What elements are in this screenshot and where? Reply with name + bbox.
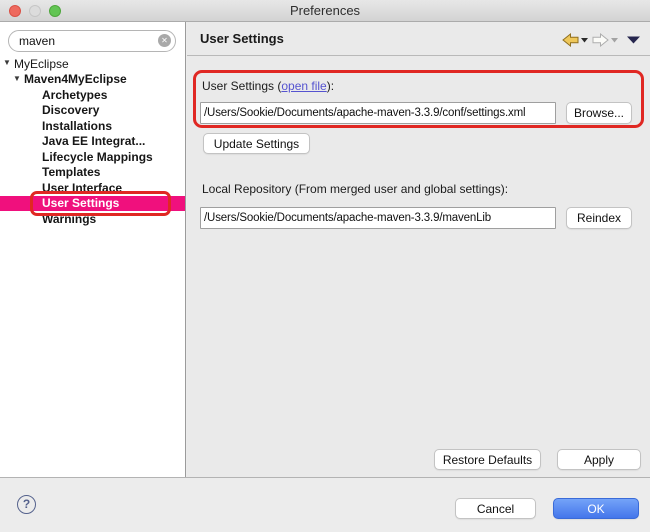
open-file-link[interactable]: open file bbox=[281, 79, 326, 93]
apply-button[interactable]: Apply bbox=[557, 449, 641, 470]
sidebar-item-warnings[interactable]: Warnings bbox=[0, 211, 185, 227]
tree-item-label: Discovery bbox=[42, 103, 99, 117]
preferences-window: Preferences ✕ ▼ MyEclipse ▼ Maven4MyEcli… bbox=[0, 0, 650, 532]
header-divider bbox=[187, 55, 650, 56]
dialog-footer: ? Cancel OK bbox=[0, 477, 650, 532]
page-title: User Settings bbox=[200, 31, 284, 46]
cancel-button[interactable]: Cancel bbox=[455, 498, 536, 519]
tree-item-label: Templates bbox=[42, 165, 100, 179]
label-text: ): bbox=[327, 79, 334, 93]
label-text: User Settings ( bbox=[202, 79, 281, 93]
user-settings-path-input[interactable] bbox=[200, 102, 556, 124]
tree-item-label: Maven4MyEclipse bbox=[24, 72, 127, 86]
tree-item-label: User Settings bbox=[42, 196, 119, 210]
reindex-button[interactable]: Reindex bbox=[566, 207, 632, 229]
tree-item-label: MyEclipse bbox=[14, 57, 69, 71]
update-settings-button[interactable]: Update Settings bbox=[203, 133, 310, 154]
tree-item-label: User Interface bbox=[42, 181, 122, 195]
view-menu-icon[interactable] bbox=[627, 36, 640, 44]
local-repository-label: Local Repository (From merged user and g… bbox=[202, 182, 508, 196]
chevron-down-icon[interactable]: ▼ bbox=[13, 74, 24, 83]
forward-arrow-icon bbox=[592, 33, 609, 47]
filter-search-input[interactable] bbox=[8, 30, 176, 52]
forward-history-dropdown-icon bbox=[611, 38, 618, 43]
back-arrow-icon[interactable] bbox=[562, 33, 579, 47]
tree-item-label: Archetypes bbox=[42, 88, 107, 102]
title-bar: Preferences bbox=[0, 0, 650, 22]
sidebar-item-installations[interactable]: Installations bbox=[0, 118, 185, 134]
sidebar-item-archetypes[interactable]: Archetypes bbox=[0, 87, 185, 103]
sidebar-item-java-ee-integration[interactable]: Java EE Integrat... bbox=[0, 134, 185, 150]
sidebar-item-discovery[interactable]: Discovery bbox=[0, 103, 185, 119]
window-title: Preferences bbox=[0, 3, 650, 18]
sidebar-item-user-interface[interactable]: User Interface bbox=[0, 180, 185, 196]
tree-item-label: Installations bbox=[42, 119, 112, 133]
user-settings-label: User Settings (open file): bbox=[202, 79, 334, 93]
tree-item-label: Lifecycle Mappings bbox=[42, 150, 153, 164]
browse-button[interactable]: Browse... bbox=[566, 102, 632, 124]
preferences-sidebar: ✕ ▼ MyEclipse ▼ Maven4MyEclipse Archetyp… bbox=[0, 22, 186, 477]
sidebar-item-maven4myeclipse[interactable]: ▼ Maven4MyEclipse bbox=[0, 72, 185, 88]
user-settings-panel: User Settings bbox=[187, 22, 650, 477]
tree-item-label: Java EE Integrat... bbox=[42, 134, 145, 148]
preferences-tree: ▼ MyEclipse ▼ Maven4MyEclipse Archetypes… bbox=[0, 56, 185, 227]
sidebar-item-user-settings[interactable]: User Settings bbox=[0, 196, 185, 212]
ok-button[interactable]: OK bbox=[553, 498, 639, 519]
sidebar-item-myeclipse[interactable]: ▼ MyEclipse bbox=[0, 56, 185, 72]
sidebar-item-lifecycle-mappings[interactable]: Lifecycle Mappings bbox=[0, 149, 185, 165]
sidebar-item-templates[interactable]: Templates bbox=[0, 165, 185, 181]
clear-search-icon[interactable]: ✕ bbox=[158, 34, 171, 47]
back-history-dropdown-icon[interactable] bbox=[581, 38, 588, 43]
restore-defaults-button[interactable]: Restore Defaults bbox=[434, 449, 541, 470]
help-icon[interactable]: ? bbox=[17, 495, 36, 514]
chevron-down-icon[interactable]: ▼ bbox=[3, 58, 14, 67]
tree-item-label: Warnings bbox=[42, 212, 96, 226]
local-repository-path-input[interactable] bbox=[200, 207, 556, 229]
